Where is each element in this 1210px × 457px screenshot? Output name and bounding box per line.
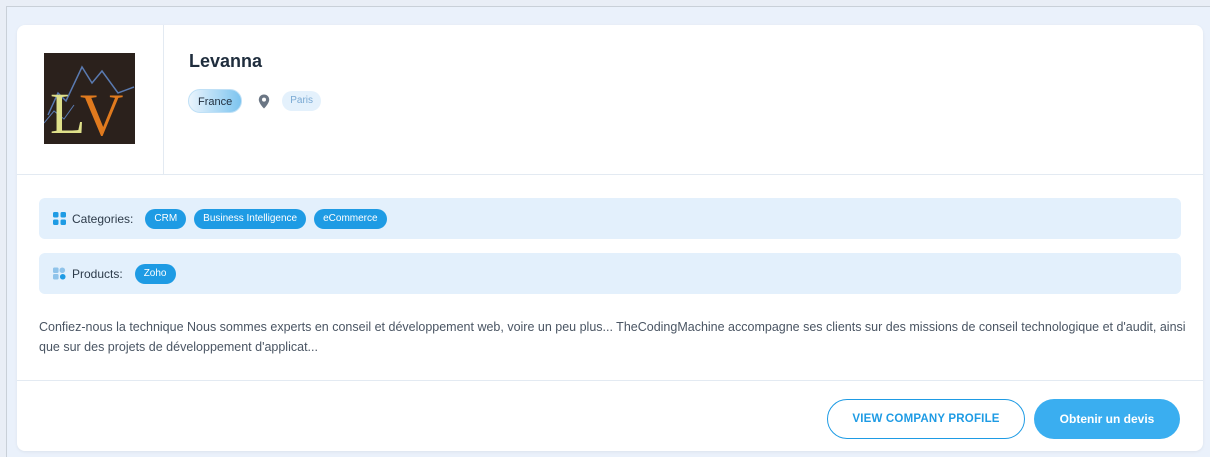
- card-header: L V Levanna France Paris: [17, 25, 1203, 175]
- card-footer: VIEW COMPANY PROFILE Obtenir un devis: [17, 380, 1203, 451]
- logo-letter-v: V: [80, 82, 123, 144]
- company-card: L V Levanna France Paris Categories: CRM…: [17, 25, 1203, 451]
- products-label: Products:: [72, 266, 123, 281]
- city-badge: Paris: [282, 91, 322, 111]
- categories-bar: Categories: CRM Business Intelligence eC…: [39, 198, 1181, 239]
- category-tag[interactable]: CRM: [145, 208, 187, 229]
- location-pin-icon: [258, 93, 272, 109]
- products-icon: [53, 267, 66, 280]
- view-company-profile-button[interactable]: VIEW COMPANY PROFILE: [827, 399, 1025, 439]
- company-name[interactable]: Levanna: [189, 51, 262, 72]
- location-row: France Paris: [188, 88, 322, 114]
- products-bar: Products: Zoho: [39, 253, 1181, 294]
- company-logo[interactable]: L V: [44, 53, 135, 144]
- product-tag[interactable]: Zoho: [134, 263, 176, 284]
- get-quote-button[interactable]: Obtenir un devis: [1034, 399, 1180, 439]
- company-description: Confiez-nous la technique Nous sommes ex…: [39, 320, 1186, 354]
- grid-icon: [53, 212, 66, 225]
- country-badge: France: [188, 89, 243, 113]
- category-tag[interactable]: eCommerce: [314, 208, 387, 229]
- category-tag[interactable]: Business Intelligence: [194, 208, 307, 229]
- company-logo-image: L V: [44, 53, 135, 144]
- logo-cell: L V: [17, 25, 164, 175]
- categories-label: Categories:: [72, 211, 134, 226]
